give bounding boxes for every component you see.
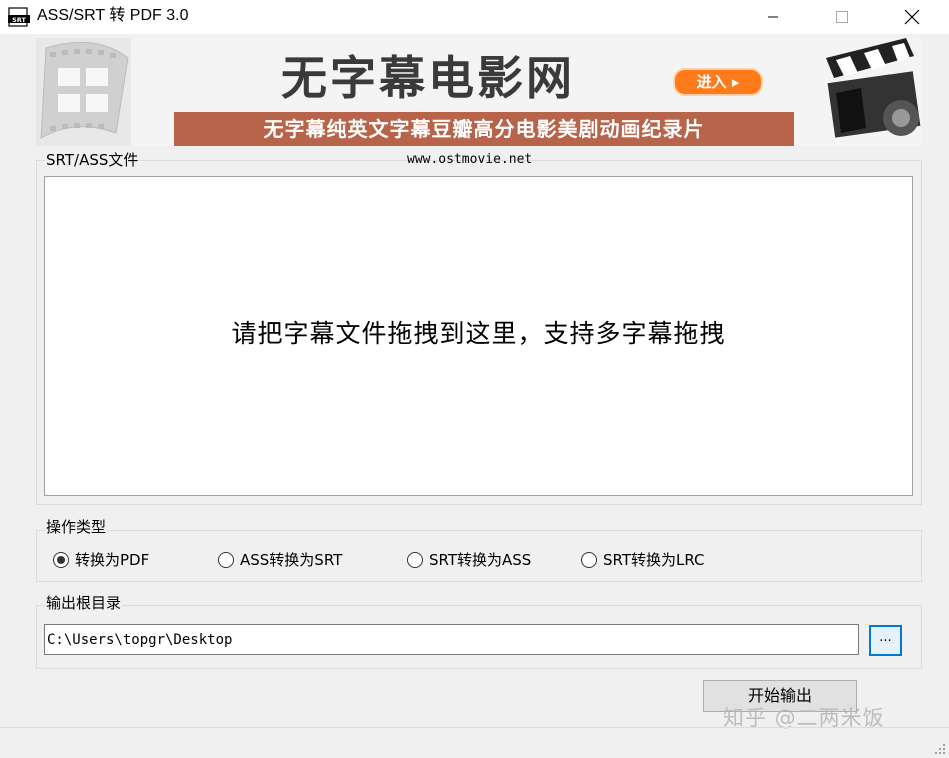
ad-banner[interactable]: 无字幕电影网 进入 ▸ 无字幕纯英文字幕豆瓣高分电影美剧动画纪录片: [36, 38, 922, 146]
minimize-icon: [768, 16, 778, 18]
banner-enter-button[interactable]: 进入 ▸: [673, 68, 763, 96]
drop-hint: 请把字幕文件拖拽到这里，支持多字幕拖拽: [231, 319, 726, 348]
maximize-button[interactable]: [819, 0, 865, 34]
browse-button[interactable]: ...: [869, 625, 902, 656]
output-path-input[interactable]: [44, 624, 859, 655]
radio-indicator: [407, 552, 423, 568]
radio-indicator: [218, 552, 234, 568]
minimize-button[interactable]: [750, 0, 796, 34]
site-url[interactable]: www.ostmovie.net: [407, 152, 532, 168]
radio-label: SRT转换为ASS: [429, 551, 532, 569]
close-icon: [904, 9, 920, 25]
radio-indicator: [581, 552, 597, 568]
banner-title: 无字幕电影网: [281, 51, 575, 105]
close-button[interactable]: [889, 0, 935, 34]
radio-srt-to-ass[interactable]: SRT转换为ASS: [407, 550, 531, 570]
radio-label: 转换为PDF: [75, 551, 150, 569]
window-title: ASS/SRT 转 PDF 3.0: [37, 7, 189, 24]
subtitle-drop-zone[interactable]: 请把字幕文件拖拽到这里，支持多字幕拖拽: [44, 176, 913, 496]
banner-tagline: 无字幕纯英文字幕豆瓣高分电影美剧动画纪录片: [174, 112, 794, 146]
maximize-icon: [836, 11, 848, 23]
film-reel-icon: [36, 38, 131, 146]
title-bar: SRT ASS/SRT 转 PDF 3.0: [0, 0, 949, 34]
status-separator: [0, 727, 949, 728]
resize-grip-icon[interactable]: [934, 743, 946, 755]
clapperboard-icon: [806, 38, 922, 146]
radio-indicator: [53, 552, 69, 568]
app-icon-text: SRT: [12, 16, 26, 24]
app-icon: SRT: [8, 7, 30, 27]
operation-type-label: 操作类型: [45, 518, 108, 536]
radio-srt-to-lrc[interactable]: SRT转换为LRC: [581, 550, 705, 570]
radio-ass-to-srt[interactable]: ASS转换为SRT: [218, 550, 342, 570]
output-dir-label: 输出根目录: [45, 594, 123, 612]
subtitle-files-label: SRT/ASS文件: [45, 151, 140, 169]
radio-convert-pdf[interactable]: 转换为PDF: [53, 550, 149, 570]
radio-label: ASS转换为SRT: [240, 551, 343, 569]
radio-label: SRT转换为LRC: [603, 551, 705, 569]
